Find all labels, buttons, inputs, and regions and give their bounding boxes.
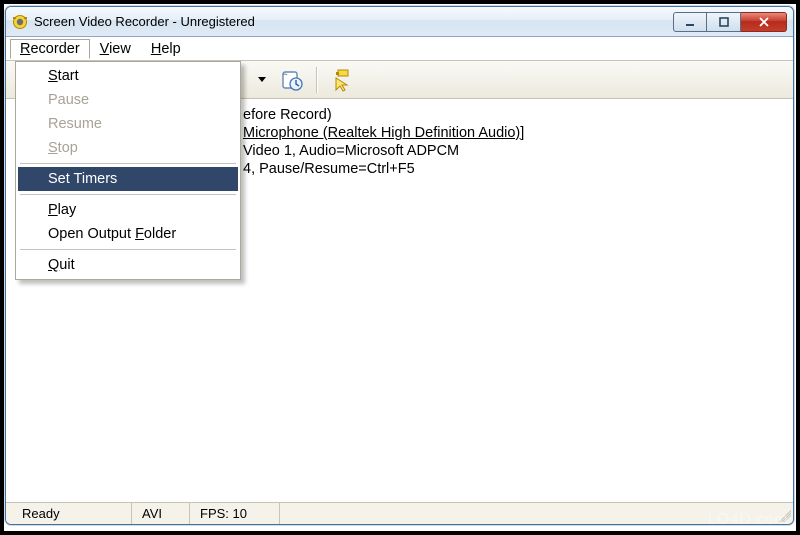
title-bar[interactable]: Screen Video Recorder - Unregistered: [6, 7, 793, 37]
menu-item-quit[interactable]: Quit: [18, 253, 238, 277]
toolbar-dropdown-arrow-icon[interactable]: [258, 77, 266, 82]
resize-grip-icon[interactable]: [775, 503, 793, 524]
menu-item-stop[interactable]: Stop: [18, 136, 238, 160]
menu-item-pause[interactable]: Pause: [18, 88, 238, 112]
status-bar: Ready AVI FPS: 10: [6, 502, 793, 524]
maximize-button[interactable]: [707, 12, 741, 32]
close-button[interactable]: [741, 12, 787, 32]
content-line-4: 4, Pause/Resume=Ctrl+F5: [243, 161, 781, 177]
menu-item-open-output-folder[interactable]: Open Output Folder: [18, 222, 238, 246]
content-line-2: Microphone (Realtek High Definition Audi…: [243, 125, 781, 141]
audio-device-link[interactable]: Microphone (Realtek High Definition Audi…: [243, 125, 524, 141]
window-controls: [673, 12, 787, 32]
capture-cursor-button[interactable]: [328, 66, 356, 94]
menu-item-resume[interactable]: Resume: [18, 112, 238, 136]
toolbar-separator: [316, 67, 318, 93]
menu-help[interactable]: Help: [141, 39, 191, 59]
status-format: AVI: [132, 503, 190, 524]
menu-item-play[interactable]: Play: [18, 198, 238, 222]
recorder-dropdown: Start Pause Resume Stop Set Timers Play …: [15, 61, 241, 280]
menu-item-start[interactable]: Start: [18, 64, 238, 88]
menu-recorder[interactable]: Recorder: [10, 39, 90, 59]
menu-separator: [20, 249, 236, 250]
status-fps: FPS: 10: [190, 503, 280, 524]
content-line-3: Video 1, Audio=Microsoft ADPCM: [243, 143, 781, 159]
menu-separator: [20, 163, 236, 164]
menu-view[interactable]: View: [90, 39, 141, 59]
app-icon: [12, 14, 28, 30]
menu-bar: Recorder View Help: [6, 37, 793, 61]
application-window: Screen Video Recorder - Unregistered Rec…: [5, 6, 794, 525]
window-title: Screen Video Recorder - Unregistered: [34, 14, 667, 29]
menu-separator: [20, 194, 236, 195]
content-line-1: efore Record): [243, 107, 781, 123]
menu-item-set-timers[interactable]: Set Timers: [18, 167, 238, 191]
status-ready: Ready: [6, 503, 132, 524]
minimize-button[interactable]: [673, 12, 707, 32]
schedule-button[interactable]: [278, 66, 306, 94]
